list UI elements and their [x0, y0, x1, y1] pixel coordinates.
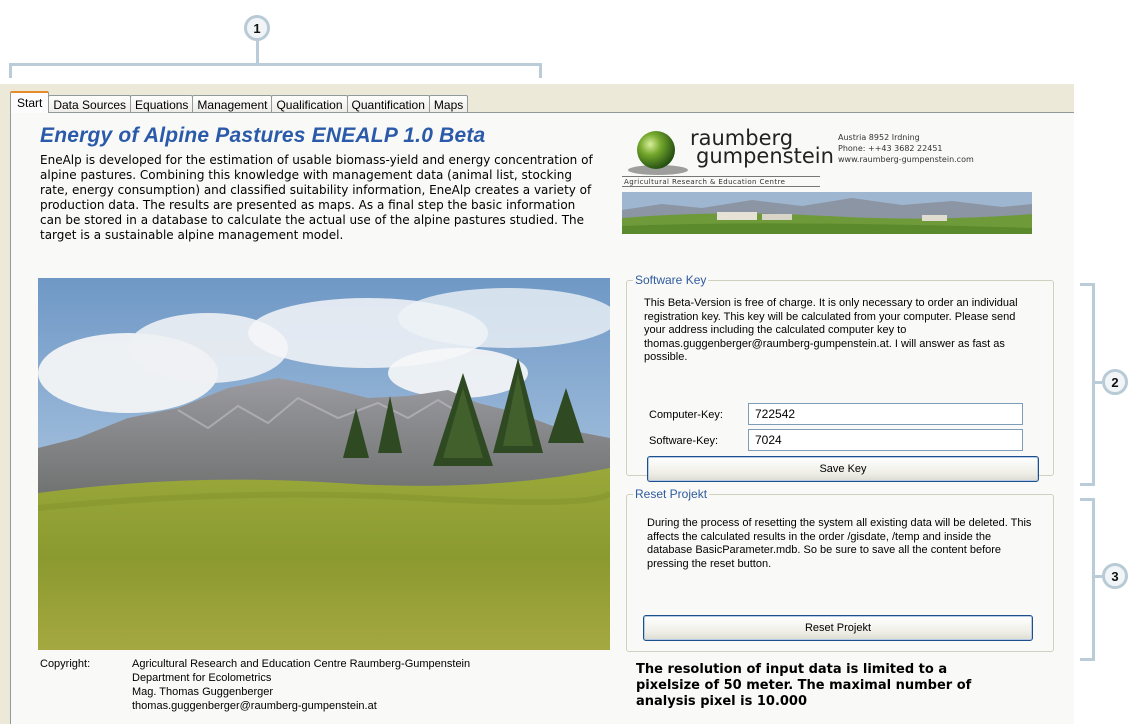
campus-panorama-image: [622, 192, 1032, 234]
tab-qualification[interactable]: Qualification: [271, 95, 348, 113]
software-key-description: This Beta-Version is free of charge. It …: [644, 297, 1018, 363]
callout-3: 3: [1102, 563, 1128, 589]
software-key-group: Software Key This Beta-Version is free o…: [626, 273, 1054, 482]
copyright-author: Mag. Thomas Guggenberger: [132, 686, 274, 698]
tab-strip: Start Data Sources Equations Management …: [10, 91, 469, 113]
copyright-email: thomas.guggenberger@raumberg-gumpenstein…: [132, 700, 377, 712]
callout-2: 2: [1102, 369, 1128, 395]
reset-projekt-legend: Reset Projekt: [633, 487, 710, 501]
tab-management[interactable]: Management: [192, 95, 273, 113]
reset-projekt-button[interactable]: Reset Projekt: [643, 615, 1033, 641]
software-key-label: Software-Key:: [649, 435, 719, 447]
computer-key-label: Computer-Key:: [649, 409, 723, 421]
reset-bracket: [1080, 498, 1095, 661]
software-key-legend: Software Key: [633, 273, 709, 287]
logo-wordmark: raumberg gumpenstein: [690, 126, 834, 168]
callout-1: 1: [244, 15, 270, 41]
reset-projekt-group: Reset Projekt During the process of rese…: [626, 487, 1054, 652]
institution-logo: raumberg gumpenstein Agricultural Resear…: [622, 126, 1032, 236]
software-key-bracket: [1080, 283, 1095, 486]
tab-quantification[interactable]: Quantification: [346, 95, 430, 113]
page-title: Energy of Alpine Pastures ENEALP 1.0 Bet…: [40, 124, 486, 147]
tab-start[interactable]: Start: [10, 91, 50, 113]
resolution-notice: The resolution of input data is limited …: [636, 662, 972, 709]
copyright-org: Agricultural Research and Education Cent…: [132, 658, 471, 670]
intro-text: EneAlp is developed for the estimation o…: [40, 153, 593, 242]
software-key-input[interactable]: 7024: [748, 429, 1023, 451]
copyright-label: Copyright:: [40, 658, 91, 670]
alpine-pasture-photo: [38, 278, 610, 650]
tab-bracket: [9, 63, 542, 78]
callout-3-stem: [1092, 575, 1102, 578]
copyright-department: Department for Ecolometrics: [132, 672, 272, 684]
logo-address: Austria 8952 Irdning Phone: ++43 3682 22…: [838, 133, 974, 164]
save-key-button[interactable]: Save Key: [647, 456, 1039, 482]
callout-1-stem: [256, 41, 259, 63]
callout-2-stem: [1092, 381, 1102, 384]
tab-maps[interactable]: Maps: [428, 95, 469, 113]
logo-subtitle: Agricultural Research & Education Centre: [622, 176, 820, 187]
reset-description: During the process of resetting the syst…: [647, 517, 1032, 570]
computer-key-input[interactable]: 722542: [748, 403, 1023, 425]
tab-equations[interactable]: Equations: [130, 95, 194, 113]
tab-data-sources[interactable]: Data Sources: [48, 95, 132, 113]
green-sphere-logo-icon: [628, 131, 688, 175]
